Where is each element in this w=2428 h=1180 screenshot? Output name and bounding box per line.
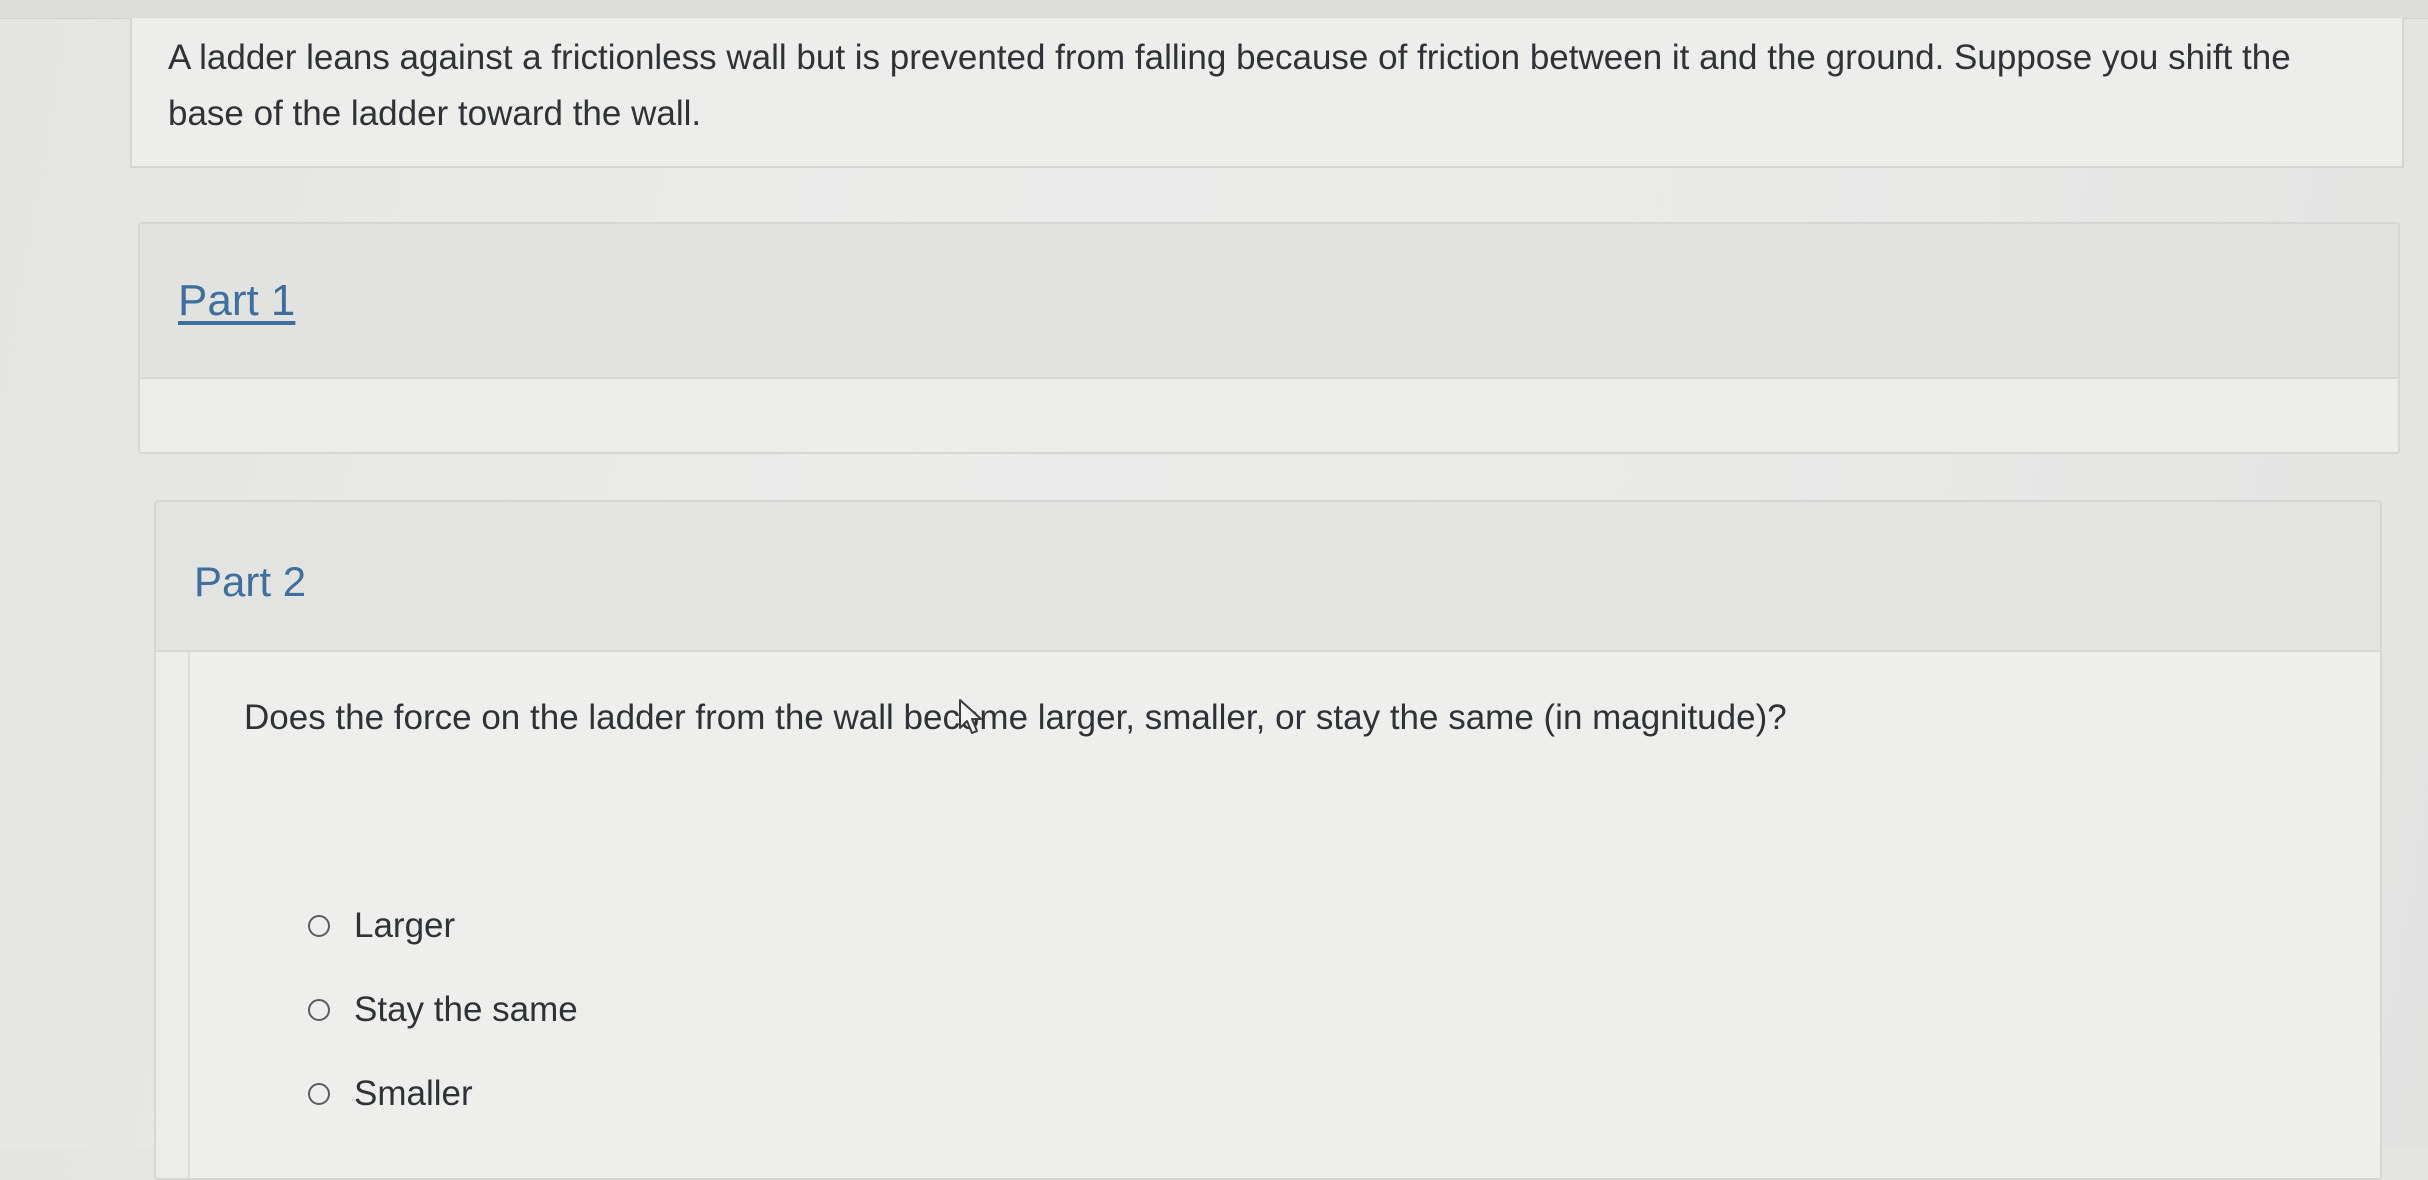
answer-options: Larger Stay the same Smaller [308,884,578,1136]
top-edge [0,0,2428,19]
part-2-body: Does the force on the ladder from the wa… [188,652,2380,1178]
part-1-body [140,379,2398,452]
part-1-link[interactable]: Part 1 [178,276,295,325]
option-larger[interactable]: Larger [308,884,578,968]
part-1-header[interactable]: Part 1 [140,224,2398,379]
radio-empty-icon[interactable] [308,915,330,937]
question-text: Does the force on the ladder from the wa… [244,698,1787,737]
radio-empty-icon[interactable] [308,1083,330,1105]
problem-statement: A ladder leans against a frictionless wa… [168,38,2291,133]
part-2-header: Part 2 [156,502,2380,652]
problem-statement-card: A ladder leans against a frictionless wa… [130,18,2404,168]
option-label[interactable]: Larger [354,906,455,946]
option-smaller[interactable]: Smaller [308,1052,578,1136]
option-label[interactable]: Stay the same [354,990,578,1030]
radio-empty-icon[interactable] [308,999,330,1021]
page: A ladder leans against a frictionless wa… [0,0,2428,1180]
option-label[interactable]: Smaller [354,1074,473,1114]
mouse-pointer-icon [959,699,982,734]
part-2-title: Part 2 [194,558,307,605]
part-1-card: Part 1 [138,222,2400,454]
option-stay-the-same[interactable]: Stay the same [308,968,578,1052]
part-2-card: Part 2 Does the force on the ladder from… [154,500,2382,1180]
